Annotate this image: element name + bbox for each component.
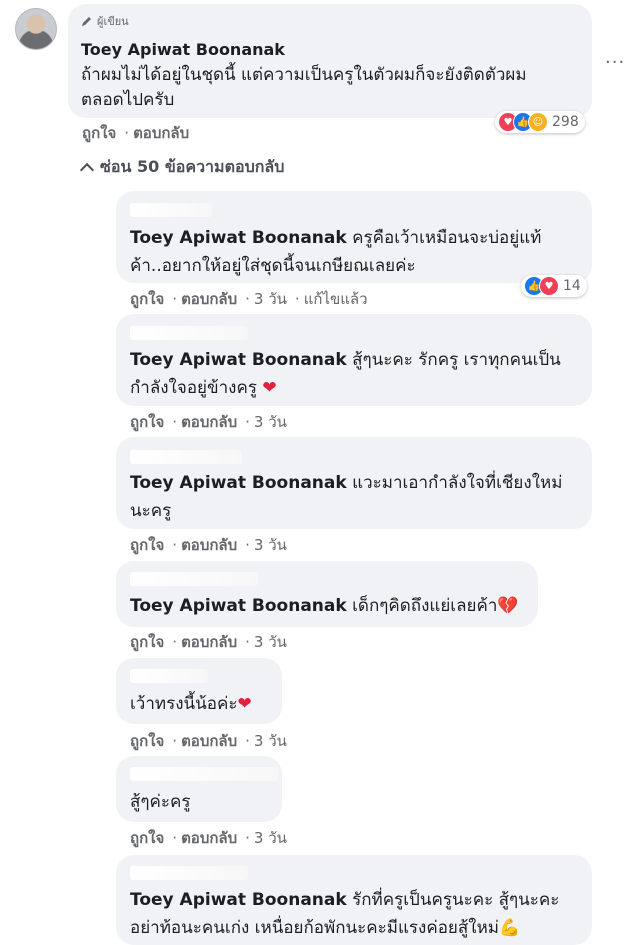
redacted-name	[130, 767, 278, 781]
more-options-icon[interactable]: ···	[605, 52, 625, 73]
reaction-summary[interactable]: 👍 ♥ 14	[521, 275, 587, 297]
mention-link[interactable]: Toey Apiwat Boonanak	[130, 350, 347, 370]
reply-text: สู้ๆค่ะครู	[130, 788, 191, 816]
pen-icon	[82, 17, 91, 26]
reaction-summary[interactable]: ♥ 👍 ☺ 298	[495, 111, 585, 133]
mention-link[interactable]: Toey Apiwat Boonanak	[130, 228, 347, 248]
reply-text: Toey Apiwat Boonanak ครูคือเว้าเหมือนจะบ…	[130, 224, 541, 280]
chevron-up-icon	[79, 162, 95, 178]
reply-actions: ถูกใจ · ตอบกลับ · 3 วัน · แก้ไขแล้ว	[130, 290, 368, 308]
hide-replies-link[interactable]: ซ่อน 50 ข้อความตอบกลับ	[79, 155, 285, 180]
reaction-count: 14	[563, 278, 581, 294]
mention-link[interactable]: Toey Apiwat Boonanak	[130, 890, 347, 910]
reply-text: Toey Apiwat Boonanak สู้ๆนะคะ รักครู เรา…	[130, 346, 561, 402]
love-reaction-icon: ♥	[539, 276, 559, 296]
timestamp[interactable]: 3 วัน	[254, 413, 287, 431]
reply-button[interactable]: ตอบกลับ	[181, 633, 237, 651]
redacted-name	[130, 572, 258, 586]
reply-actions: ถูกใจ · ตอบกลับ · 3 วัน	[130, 732, 287, 750]
reaction-count: 298	[552, 114, 579, 130]
like-button[interactable]: ถูกใจ	[130, 413, 164, 431]
author-avatar[interactable]	[15, 8, 57, 50]
reply-text: Toey Apiwat Boonanak รักที่ครูเป็นครูนะค…	[130, 886, 559, 942]
reply-button[interactable]: ตอบกลับ	[181, 536, 237, 554]
like-button[interactable]: ถูกใจ	[130, 829, 164, 847]
timestamp[interactable]: 3 วัน	[254, 633, 287, 651]
main-comment-author[interactable]: Toey Apiwat Boonanak	[81, 40, 285, 59]
reply-button[interactable]: ตอบกลับ	[181, 290, 237, 308]
reply-actions: ถูกใจ · ตอบกลับ · 3 วัน	[130, 413, 287, 431]
reply-body: สู้ๆค่ะครู	[130, 792, 191, 812]
care-reaction-icon: ☺	[528, 112, 548, 132]
timestamp[interactable]: 3 วัน	[254, 732, 287, 750]
reply-text: เว้าทรงนี้น้อค่ะ❤	[130, 690, 252, 718]
reply-body: เว้าทรงนี้น้อค่ะ	[130, 694, 238, 714]
timestamp[interactable]: 3 วัน	[254, 536, 287, 554]
reply-text: Toey Apiwat Boonanak แวะมาเอากำลังใจที่เ…	[130, 469, 562, 525]
heart-emoji: ❤	[262, 378, 277, 398]
main-comment-text: ถ้าผมไม่ได้อยู่ในชุดนี้ แต่ความเป็นครูใน…	[81, 65, 527, 110]
reply-actions: ถูกใจ · ตอบกลับ · 3 วัน	[130, 536, 287, 554]
redacted-name	[130, 326, 248, 340]
reply-button[interactable]: ตอบกลับ	[133, 124, 189, 142]
redacted-name	[130, 450, 242, 464]
broken-heart-emoji: 💔	[497, 596, 519, 616]
flexed-biceps-emoji: 💪	[498, 918, 521, 938]
reply-text: Toey Apiwat Boonanak เด็กๆคิดถึงแย่เลยค้…	[130, 592, 519, 620]
author-badge-label: ผู้เขียน	[97, 15, 129, 28]
reply-button[interactable]: ตอบกลับ	[181, 732, 237, 750]
like-button[interactable]: ถูกใจ	[130, 290, 164, 308]
redacted-name	[130, 669, 208, 683]
like-button[interactable]: ถูกใจ	[130, 536, 164, 554]
like-button[interactable]: ถูกใจ	[82, 124, 116, 142]
main-comment-actions: ถูกใจ · ตอบกลับ	[82, 124, 190, 142]
mention-link[interactable]: Toey Apiwat Boonanak	[130, 596, 347, 616]
mention-link[interactable]: Toey Apiwat Boonanak	[130, 473, 347, 493]
reply-actions: ถูกใจ · ตอบกลับ · 3 วัน	[130, 829, 287, 847]
reply-body: เด็กๆคิดถึงแย่เลยค้า	[346, 596, 498, 616]
reply-button[interactable]: ตอบกลับ	[181, 413, 237, 431]
hide-replies-label: ซ่อน 50 ข้อความตอบกลับ	[100, 157, 285, 176]
like-button[interactable]: ถูกใจ	[130, 732, 164, 750]
redacted-name	[130, 203, 212, 217]
timestamp[interactable]: 3 วัน	[254, 829, 287, 847]
like-button[interactable]: ถูกใจ	[130, 633, 164, 651]
timestamp[interactable]: 3 วัน	[254, 290, 287, 308]
reply-button[interactable]: ตอบกลับ	[181, 829, 237, 847]
heart-emoji: ❤	[237, 694, 252, 714]
reply-actions: ถูกใจ · ตอบกลับ · 3 วัน	[130, 633, 287, 651]
edited-label: แก้ไขแล้ว	[303, 290, 368, 308]
author-badge: ผู้เขียน	[81, 12, 129, 30]
redacted-name	[130, 866, 248, 880]
